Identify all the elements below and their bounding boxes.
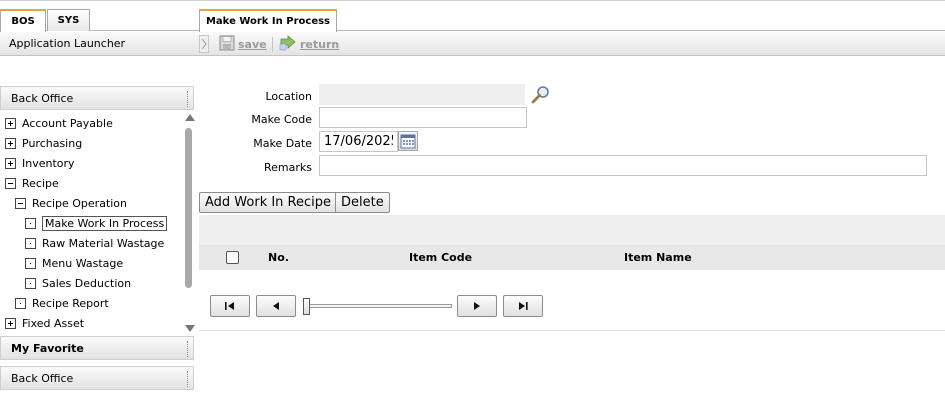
tree-item-inventory[interactable]: Inventory xyxy=(5,153,75,173)
tree-item-make-work-in-process[interactable]: Make Work In Process xyxy=(25,213,168,233)
column-header-item-name[interactable]: Item Name xyxy=(624,251,692,264)
magnifier-icon[interactable] xyxy=(531,85,551,108)
first-page-button[interactable] xyxy=(210,295,250,317)
make-code-label: Make Code xyxy=(251,113,312,126)
grid-toolbar-area xyxy=(199,215,945,245)
my-favorite-panel-header[interactable]: My Favorite xyxy=(0,336,194,360)
tree-item-menu-wastage[interactable]: Menu Wastage xyxy=(25,253,123,273)
toolbar-separator xyxy=(272,37,273,52)
tree-item-label: Recipe Report xyxy=(32,296,109,310)
delete-button[interactable]: Delete xyxy=(335,192,390,213)
back-office-bottom-panel-header[interactable]: Back Office xyxy=(0,366,194,390)
application-launcher[interactable]: Application Launcher xyxy=(9,37,125,50)
tree-item-account-payable[interactable]: Account Payable xyxy=(5,113,113,133)
tree-item-sales-deduction[interactable]: Sales Deduction xyxy=(25,273,131,293)
tab-bos-label: BOS xyxy=(11,16,35,27)
panel-grip-handle xyxy=(187,371,189,387)
save-button[interactable]: save xyxy=(219,35,267,53)
back-office-panel-header[interactable]: Back Office xyxy=(0,86,194,110)
previous-page-button[interactable] xyxy=(256,295,296,317)
items-grid: No. Item Code Item Name xyxy=(199,215,945,331)
leaf-node-icon xyxy=(25,217,36,229)
next-page-button[interactable] xyxy=(457,295,497,317)
select-all-checkbox[interactable] xyxy=(226,251,239,264)
floppy-disk-icon xyxy=(219,35,235,54)
leaf-node-icon xyxy=(25,257,36,269)
remarks-field[interactable] xyxy=(319,155,927,176)
tree-item-recipe-operation[interactable]: Recipe Operation xyxy=(15,193,127,213)
tree-item-label: Fixed Asset xyxy=(22,316,85,330)
return-arrow-icon xyxy=(279,34,297,54)
scroll-down-arrow-icon[interactable] xyxy=(185,325,195,332)
tab-sys[interactable]: SYS xyxy=(47,9,90,31)
expand-icon[interactable] xyxy=(5,117,16,129)
make-date-field[interactable] xyxy=(319,131,398,152)
collapse-icon[interactable] xyxy=(5,177,16,189)
scrollbar-thumb[interactable] xyxy=(185,128,192,288)
return-button[interactable]: return xyxy=(279,34,340,54)
my-favorite-panel-title: My Favorite xyxy=(11,341,84,355)
panel-grip-handle xyxy=(187,341,189,357)
save-label: save xyxy=(238,37,267,51)
tree-item-label: Recipe xyxy=(22,176,59,190)
location-label: Location xyxy=(265,90,312,103)
tab-make-work-in-process[interactable]: Make Work In Process xyxy=(199,9,337,32)
sidebar: Back Office Account Payable Purchasing I… xyxy=(0,84,197,399)
page-slider-thumb[interactable] xyxy=(303,298,310,315)
location-field[interactable] xyxy=(319,84,525,105)
remarks-label: Remarks xyxy=(264,161,312,174)
back-office-panel-title: Back Office xyxy=(11,91,74,105)
page-slider-track[interactable] xyxy=(304,304,452,308)
tree-item-fixed-asset[interactable]: Fixed Asset xyxy=(5,313,84,333)
toolbar: Application Launcher save return xyxy=(0,32,945,56)
top-tab-strip: BOS SYS Make Work In Process xyxy=(0,9,945,32)
top-border xyxy=(0,0,945,1)
calendar-icon[interactable] xyxy=(398,131,418,151)
leaf-node-icon xyxy=(25,237,36,249)
tree-item-label: Make Work In Process xyxy=(42,215,168,231)
tab-make-work-in-process-label: Make Work In Process xyxy=(205,16,331,27)
last-page-button[interactable] xyxy=(503,295,543,317)
tree-item-raw-material-wastage[interactable]: Raw Material Wastage xyxy=(25,233,164,253)
sidebar-scrollbar[interactable] xyxy=(183,114,195,332)
tree-item-label: Account Payable xyxy=(22,116,113,130)
tab-sys-label: SYS xyxy=(57,15,80,26)
tree-item-label: Recipe Operation xyxy=(32,196,128,210)
toolbar-grip-handle[interactable] xyxy=(199,35,209,53)
tree-item-recipe-report[interactable]: Recipe Report xyxy=(15,293,109,313)
tree-item-label: Menu Wastage xyxy=(42,256,124,270)
tree-item-label: Sales Deduction xyxy=(42,276,132,290)
tab-bos[interactable]: BOS xyxy=(0,9,46,32)
tree-item-purchasing[interactable]: Purchasing xyxy=(5,133,82,153)
make-date-label: Make Date xyxy=(253,137,312,150)
back-office-bottom-panel-title: Back Office xyxy=(11,371,74,385)
expand-icon[interactable] xyxy=(5,137,16,149)
tree-item-label: Raw Material Wastage xyxy=(42,236,165,250)
make-code-field[interactable] xyxy=(319,107,527,128)
tree-item-label: Inventory xyxy=(22,156,75,170)
panel-grip-handle xyxy=(187,91,189,107)
expand-icon[interactable] xyxy=(5,317,16,329)
column-header-no[interactable]: No. xyxy=(268,251,289,264)
tree-item-label: Purchasing xyxy=(22,136,83,150)
leaf-node-icon xyxy=(15,297,26,309)
add-work-in-recipe-button[interactable]: Add Work In Recipe xyxy=(199,192,338,213)
scroll-up-arrow-icon[interactable] xyxy=(185,114,195,121)
expand-icon[interactable] xyxy=(5,157,16,169)
column-header-item-code[interactable]: Item Code xyxy=(409,251,472,264)
grid-header-row: No. Item Code Item Name xyxy=(199,245,945,270)
tree-item-recipe[interactable]: Recipe xyxy=(5,173,59,193)
leaf-node-icon xyxy=(25,277,36,289)
return-label: return xyxy=(300,37,340,51)
collapse-icon[interactable] xyxy=(15,197,26,209)
